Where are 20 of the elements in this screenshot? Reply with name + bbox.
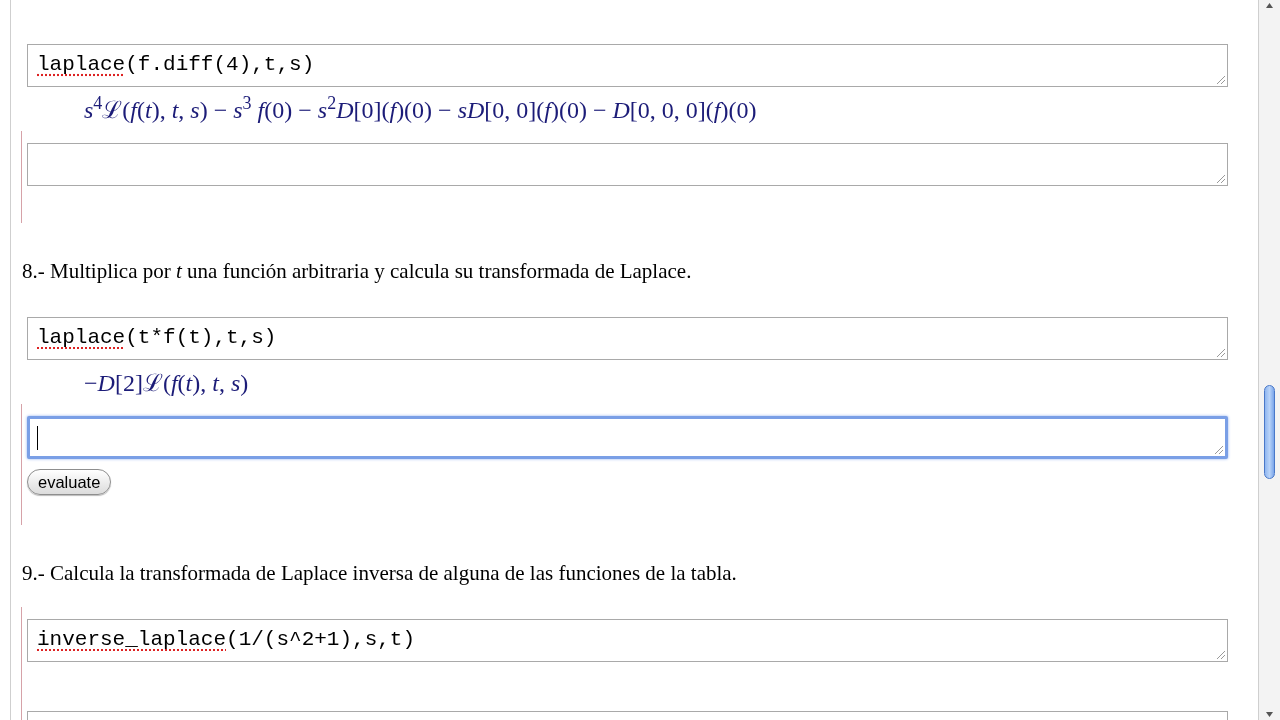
- exercise-text: 8.- Multiplica por t una función arbitraria y calcula su transformada de Laplace.: [22, 259, 693, 283]
- math-output: s$^{4}$ℒ(f(t), t, s) − s$^{3}$ f(0) − s$^{2}$D[0](f)(0) − sD[0, 0](f)(0) − D[0, 0, 0](f)(0): [84, 95, 757, 125]
- scroll-up-arrow-icon[interactable]: [1266, 3, 1273, 8]
- resize-grip-icon[interactable]: [1217, 349, 1225, 357]
- code-input-field[interactable]: [27, 416, 1228, 459]
- exercise-text: 9.- Calcula la transformada de Laplace inversa de alguna de las funciones de la tabla.: [22, 561, 738, 585]
- scrollbar-track[interactable]: [1259, 0, 1280, 720]
- math-output: −D[2]ℒ(f(t), t, s): [84, 369, 249, 398]
- scroll-down-arrow-icon[interactable]: [1266, 712, 1273, 717]
- evaluate-button[interactable]: evaluate: [27, 469, 112, 495]
- text-cursor: [37, 426, 38, 450]
- resize-grip-icon[interactable]: [1217, 651, 1225, 659]
- code-input-field[interactable]: inverse_laplace(1/(s^2+1),s,t): [27, 619, 1228, 662]
- code-input-field[interactable]: laplace(f.diff(4),t,s): [27, 44, 1228, 87]
- scrollbar-thumb[interactable]: [1264, 385, 1275, 479]
- resize-grip-icon[interactable]: [1217, 175, 1225, 183]
- resize-grip-icon[interactable]: [1217, 76, 1225, 84]
- code-input-field[interactable]: [27, 143, 1228, 186]
- resize-grip-icon[interactable]: [1215, 446, 1223, 454]
- code-input-field[interactable]: laplace(t*f(t),t,s): [27, 317, 1228, 360]
